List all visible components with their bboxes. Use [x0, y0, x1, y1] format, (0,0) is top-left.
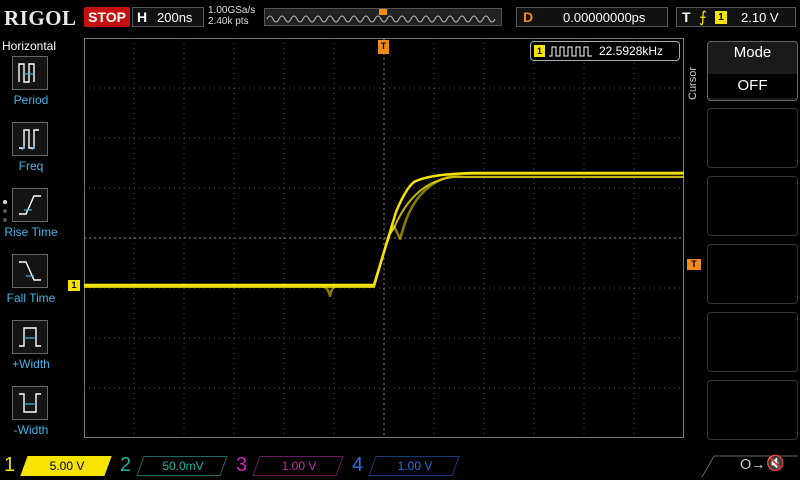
softkey-slot-5[interactable] [707, 312, 798, 372]
readout-channel: 1 [534, 45, 545, 57]
channel-1-tab[interactable]: 1 5.00 V [0, 452, 120, 480]
cursor-mode-button[interactable]: Mode OFF [707, 41, 798, 101]
timebase-key: H [137, 9, 148, 25]
trigger-level: 2.10 V [741, 10, 779, 25]
channel-3-tab[interactable]: 3 1.00 V [232, 452, 352, 480]
rise-time-label: Rise Time [4, 225, 58, 239]
measure-negative-width-button[interactable]: -Width [0, 386, 62, 446]
top-status-bar: RIGOL STOP H 200ns 1.00GSa/s 2.40k pts D… [0, 0, 800, 34]
measure-period-button[interactable]: Period [0, 56, 62, 116]
channel-1-number: 1 [4, 454, 16, 476]
frequency-value: 22.5928kHz [599, 44, 664, 58]
pulse-train-icon [549, 46, 592, 57]
memory-wave-preview [266, 9, 496, 23]
channel-1-scale: 5.00 V [49, 459, 85, 473]
delay-box[interactable]: D 0.00000000ps [516, 7, 668, 27]
channel-2-tab[interactable]: 2 50.0mV [116, 452, 236, 480]
measure-positive-width-button[interactable]: +Width [0, 320, 62, 380]
ch1-offset-marker[interactable]: 1 [68, 280, 80, 291]
channel-bar: 1 5.00 V 2 50.0mV 3 1.00 V 4 1.00 V [0, 452, 800, 480]
speaker-muted-icon[interactable]: 🔇 [766, 454, 785, 472]
negative-width-icon [12, 386, 48, 420]
negative-width-label: -Width [13, 423, 49, 437]
cursor-menu: Cursor Mode OFF [685, 38, 800, 450]
softkey-slot-2[interactable] [707, 108, 798, 168]
channel-3-number: 3 [236, 454, 248, 476]
channel-2-scale: 50.0mV [162, 459, 204, 473]
trigger-box[interactable]: T ⨍ 1 2.10 V [676, 7, 796, 27]
channel-4-number: 4 [352, 454, 364, 476]
channel-3-scale: 1.00 V [281, 459, 317, 473]
delay-value: 0.00000000ps [563, 10, 646, 25]
trigger-position-marker[interactable]: T [378, 40, 389, 54]
fall-time-icon [12, 254, 48, 288]
frequency-icon [12, 122, 48, 156]
channel-2-scale-box: 50.0mV [136, 456, 228, 476]
fall-time-label: Fall Time [6, 291, 56, 305]
channel-4-tab[interactable]: 4 1.00 V [348, 452, 468, 480]
channel-3-scale-box: 1.00 V [252, 456, 344, 476]
cursor-mode-title: Mode [733, 44, 772, 61]
positive-width-label: +Width [12, 357, 50, 371]
memory-overview [264, 8, 502, 26]
positive-width-icon [12, 320, 48, 354]
measure-freq-button[interactable]: Freq [0, 122, 62, 182]
timebase-box[interactable]: H 200ns [132, 7, 204, 27]
trigger-source: 1 [715, 11, 727, 24]
measure-rise-time-button[interactable]: Rise Time [0, 188, 62, 248]
measure-menu-title: Horizontal [2, 39, 57, 53]
period-label: Period [13, 93, 49, 107]
measure-menu: Horizontal Period Freq Rise Time Fall Ti… [0, 36, 62, 450]
trigger-key: T [682, 9, 691, 25]
softkey-slot-4[interactable] [707, 244, 798, 304]
usb-icon: ⭘→ [740, 456, 766, 472]
cursor-menu-label: Cursor [687, 66, 699, 100]
softkey-slot-6[interactable] [707, 380, 798, 440]
sampling-info: 1.00GSa/s 2.40k pts [208, 5, 255, 27]
sample-rate: 1.00GSa/s [208, 5, 256, 16]
waveform-display[interactable] [84, 38, 684, 438]
period-icon [12, 56, 48, 90]
delay-key: D [523, 9, 534, 25]
channel-4-scale: 1.00 V [397, 459, 433, 473]
rise-time-icon [12, 188, 48, 222]
channel-2-number: 2 [120, 454, 132, 476]
brand-logo: RIGOL [4, 6, 77, 30]
run-stop-status[interactable]: STOP [84, 7, 130, 27]
freq-label: Freq [18, 159, 44, 173]
softkey-slot-3[interactable] [707, 176, 798, 236]
channel-1-scale-box: 5.00 V [20, 456, 112, 476]
rising-edge-icon: ⨍ [699, 9, 707, 26]
channel-4-scale-box: 1.00 V [368, 456, 460, 476]
frequency-readout: 1 22.5928kHz [530, 41, 680, 61]
memory-depth: 2.40k pts [208, 16, 249, 27]
measure-fall-time-button[interactable]: Fall Time [0, 254, 62, 314]
cursor-mode-value: OFF [708, 74, 797, 98]
timebase-value: 200ns [157, 10, 193, 25]
